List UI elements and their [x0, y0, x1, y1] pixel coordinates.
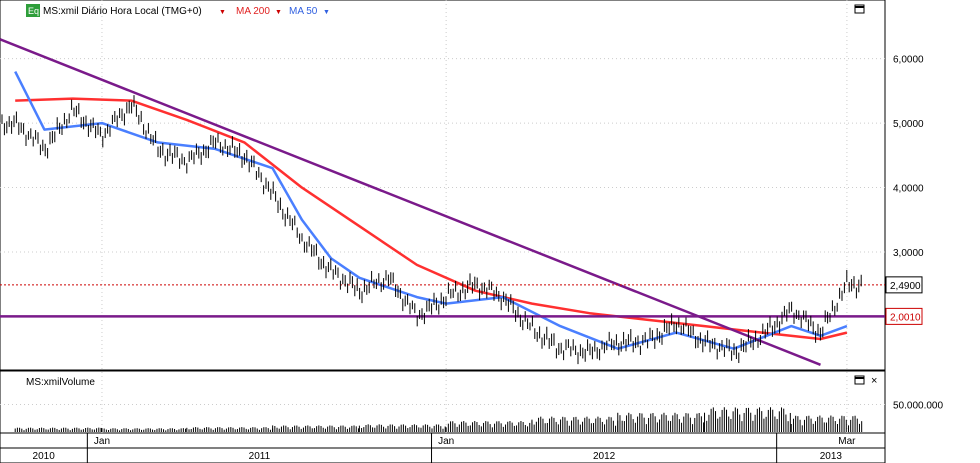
ma200-dropdown-icon[interactable]: ▼: [275, 9, 282, 16]
ma50-label[interactable]: MA 50: [289, 6, 318, 17]
date-tick-label: Mar: [838, 436, 856, 447]
chart-canvas: 6,0000 5,0000 4,0000 3,0000 50.000.000 2,4900…: [0, 0, 943, 463]
year-label: 2010: [33, 451, 56, 462]
ma50-dropdown-icon[interactable]: ▼: [323, 9, 330, 16]
price-tick-label: 5,0000: [893, 119, 924, 130]
date-tick-label: Jan: [94, 436, 110, 447]
year-label: 2012: [593, 451, 616, 462]
volume-tick-label: 50.000.000: [893, 401, 943, 412]
price-tick-label: 6,0000: [893, 55, 924, 66]
last-price-label: 2,4900: [890, 281, 921, 292]
price-tick-label: 4,0000: [893, 184, 924, 195]
year-label: 2013: [820, 451, 843, 462]
volume-panel: [0, 370, 886, 434]
year-label: 2011: [249, 451, 271, 462]
symbol-dropdown-icon[interactable]: ▼: [219, 9, 226, 16]
close-volume-icon[interactable]: ×: [871, 375, 877, 387]
volume-title: MS:xmilVolume: [26, 377, 95, 388]
price-axis: 6,0000 5,0000 4,0000 3,0000 50.000.000 2,4900…: [885, 55, 943, 412]
symbol-label[interactable]: MS:xmil Diário Hora Local (TMG+0): [43, 6, 202, 17]
ma200-label[interactable]: MA 200: [236, 6, 270, 17]
equity-badge-label: Eq: [28, 6, 39, 16]
price-panel: [0, 0, 886, 371]
price-tick-label: 3,0000: [893, 248, 924, 259]
support-label: 2,0010: [890, 312, 921, 323]
date-tick-label: Jan: [438, 436, 454, 447]
